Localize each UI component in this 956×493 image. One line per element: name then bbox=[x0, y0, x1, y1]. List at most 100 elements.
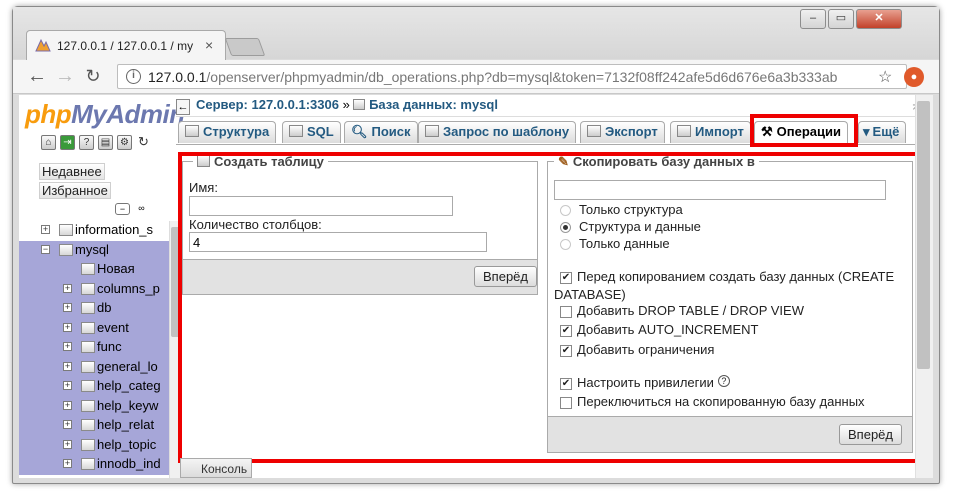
address-bar[interactable]: i 127.0.0.1/openserver/phpmyadmin/db_ope… bbox=[117, 64, 907, 89]
tab-sql[interactable]: SQL bbox=[282, 121, 341, 143]
docs-icon[interactable]: ▤ bbox=[98, 135, 113, 150]
browser-tab[interactable]: 127.0.0.1 / 127.0.0.1 / my × bbox=[26, 30, 226, 60]
settings-icon[interactable]: ⚙ bbox=[117, 135, 132, 150]
forward-icon[interactable]: → bbox=[53, 65, 77, 87]
checkbox-checked[interactable]: ✔ bbox=[560, 272, 572, 284]
radio-data-only[interactable]: Только данные bbox=[560, 236, 670, 251]
maximize-button[interactable]: ▭ bbox=[828, 9, 854, 29]
new-table-icon bbox=[197, 155, 210, 167]
breadcrumb-database[interactable]: База данных: mysql bbox=[369, 97, 498, 112]
page-scroll-thumb[interactable] bbox=[917, 101, 930, 369]
close-window-button[interactable]: ✕ bbox=[856, 9, 902, 29]
sidebar-tree-item[interactable]: + event bbox=[19, 318, 171, 338]
sidebar-tree-item[interactable]: + columns_p bbox=[19, 279, 171, 299]
home-icon[interactable]: ⌂ bbox=[41, 135, 56, 150]
tab-close-icon[interactable]: × bbox=[205, 37, 213, 53]
tab-title: 127.0.0.1 / 127.0.0.1 / my bbox=[57, 39, 194, 53]
reload-icon[interactable]: ↻ bbox=[81, 65, 105, 87]
help-icon[interactable]: ? bbox=[717, 375, 730, 387]
expand-icon[interactable]: + bbox=[63, 381, 72, 390]
back-icon[interactable]: ← bbox=[25, 65, 49, 87]
sidebar-tree-label: help_categ bbox=[97, 378, 161, 393]
checkbox-privileges[interactable]: ✔ Настроить привилегии? bbox=[560, 375, 730, 390]
sidebar-tree-item[interactable]: + func bbox=[19, 338, 171, 358]
recent-tables-link[interactable]: Недавнее bbox=[39, 163, 105, 180]
breadcrumb: ← Сервер: 127.0.0.1:3306 » База данных: … bbox=[176, 95, 933, 117]
checkbox-constraints[interactable]: ✔ Добавить ограничения bbox=[560, 342, 714, 357]
sidebar-tree-item[interactable]: Новая bbox=[19, 260, 171, 280]
create-table-legend: Создать таблицу bbox=[193, 154, 328, 169]
logout-icon[interactable]: ⇥ bbox=[60, 135, 75, 150]
radio-structure-only-label: Только структура bbox=[579, 202, 683, 217]
expand-icon[interactable]: + bbox=[63, 400, 72, 410]
expand-icon[interactable]: + bbox=[63, 439, 72, 449]
sidebar-tree-item[interactable]: + db bbox=[19, 299, 171, 319]
radio-structure-data[interactable]: Структура и данные bbox=[560, 219, 701, 234]
radio-button-selected[interactable] bbox=[560, 222, 571, 233]
search-icon: 🔍︎ bbox=[351, 124, 368, 139]
link-with-main-icon[interactable]: ∞ bbox=[134, 203, 149, 215]
columns-count-input[interactable] bbox=[189, 232, 487, 252]
expand-icon[interactable]: + bbox=[63, 303, 72, 312]
new-tab-button[interactable] bbox=[224, 38, 266, 56]
tab-structure[interactable]: Структура bbox=[178, 121, 277, 143]
table-name-input[interactable] bbox=[189, 196, 453, 216]
checkbox-drop-table[interactable]: Добавить DROP TABLE / DROP VIEW bbox=[560, 303, 804, 318]
table-icon bbox=[81, 458, 95, 470]
minimize-button[interactable]: ‒ bbox=[800, 9, 826, 29]
copy-db-legend: ✎ Скопировать базу данных в bbox=[554, 154, 759, 170]
checkbox-checked[interactable]: ✔ bbox=[560, 345, 572, 357]
expand-icon[interactable]: + bbox=[63, 342, 72, 351]
checkbox-checked[interactable]: ✔ bbox=[560, 325, 572, 337]
expand-icon[interactable]: + bbox=[41, 225, 50, 234]
tab-search[interactable]: 🔍︎ Поиск bbox=[344, 121, 418, 143]
refresh-icon[interactable]: ↻ bbox=[136, 135, 151, 150]
info-icon[interactable]: i bbox=[126, 69, 141, 84]
sidebar-tree-item[interactable]: + help_topic bbox=[19, 435, 171, 455]
expand-icon[interactable]: + bbox=[63, 459, 72, 468]
tab-import[interactable]: Импорт bbox=[670, 121, 751, 143]
tab-operations[interactable]: ⚒ Операции bbox=[754, 121, 848, 143]
copy-db-go-button[interactable]: Вперёд bbox=[839, 424, 902, 445]
sidebar-tree-item[interactable]: + innodb_ind bbox=[19, 455, 171, 475]
tab-export[interactable]: Экспорт bbox=[580, 121, 665, 143]
sql-query-icon[interactable]: ? bbox=[79, 135, 94, 150]
tab-query[interactable]: Запрос по шаблону bbox=[418, 121, 577, 143]
sidebar-tree-item[interactable]: + help_relat bbox=[19, 416, 171, 436]
copy-db-name-input[interactable] bbox=[554, 180, 886, 200]
bookmark-star-icon[interactable]: ☆ bbox=[878, 67, 892, 87]
console-button[interactable]: Консоль bbox=[180, 458, 252, 478]
checkbox-auto-increment[interactable]: ✔ Добавить AUTO_INCREMENT bbox=[560, 322, 758, 337]
sidebar-tree-item[interactable]: − mysql bbox=[19, 240, 171, 260]
collapse-all-icon[interactable]: − bbox=[115, 203, 130, 215]
expand-icon[interactable]: + bbox=[63, 420, 72, 429]
checkbox-unchecked[interactable] bbox=[560, 306, 572, 318]
sidebar-tree-item[interactable]: + information_s bbox=[19, 221, 171, 241]
radio-structure-only[interactable]: Только структура bbox=[560, 202, 683, 217]
expand-icon[interactable]: + bbox=[63, 322, 72, 332]
collapse-sidebar-icon[interactable]: ← bbox=[176, 99, 190, 115]
extension-icon[interactable]: ● bbox=[904, 67, 924, 87]
sidebar-tree-item[interactable]: + help_categ bbox=[19, 377, 171, 397]
phpmyadmin-logo[interactable]: phpMyAdmin bbox=[25, 99, 185, 130]
checkbox-unchecked[interactable] bbox=[560, 397, 572, 409]
favorite-tables-link[interactable]: Избранное bbox=[39, 182, 111, 199]
breadcrumb-server[interactable]: Сервер: 127.0.0.1:3306 bbox=[196, 97, 339, 112]
structure-icon bbox=[185, 125, 199, 137]
create-table-go-button[interactable]: Вперёд bbox=[474, 266, 537, 287]
expand-icon[interactable]: + bbox=[63, 283, 72, 293]
collapse-icon[interactable]: − bbox=[41, 244, 50, 254]
sidebar-tree-item[interactable]: + general_lo bbox=[19, 357, 171, 377]
url-text[interactable]: 127.0.0.1/openserver/phpmyadmin/db_opera… bbox=[148, 69, 837, 85]
radio-button[interactable] bbox=[560, 205, 571, 216]
checkbox-create-db[interactable]: ✔ Перед копированием создать базу данных … bbox=[560, 269, 894, 284]
sidebar-tree-item[interactable]: + help_keyw bbox=[19, 396, 171, 416]
expand-icon[interactable]: + bbox=[63, 361, 72, 371]
checkbox-checked[interactable]: ✔ bbox=[560, 378, 572, 390]
checkbox-switch-db[interactable]: Переключиться на скопированную базу данн… bbox=[560, 394, 865, 409]
page-content: phpMyAdmin ⌂ ⇥ ? ▤ ⚙ ↻ Недавнее Избранно… bbox=[19, 95, 933, 478]
checkbox-constraints-label: Добавить ограничения bbox=[577, 342, 715, 357]
db-tabs: Структура SQL 🔍︎ Поиск Запрос по шаблону … bbox=[176, 119, 933, 145]
tab-more[interactable]: ▾ Ещё bbox=[858, 121, 907, 143]
radio-button[interactable] bbox=[560, 239, 571, 250]
